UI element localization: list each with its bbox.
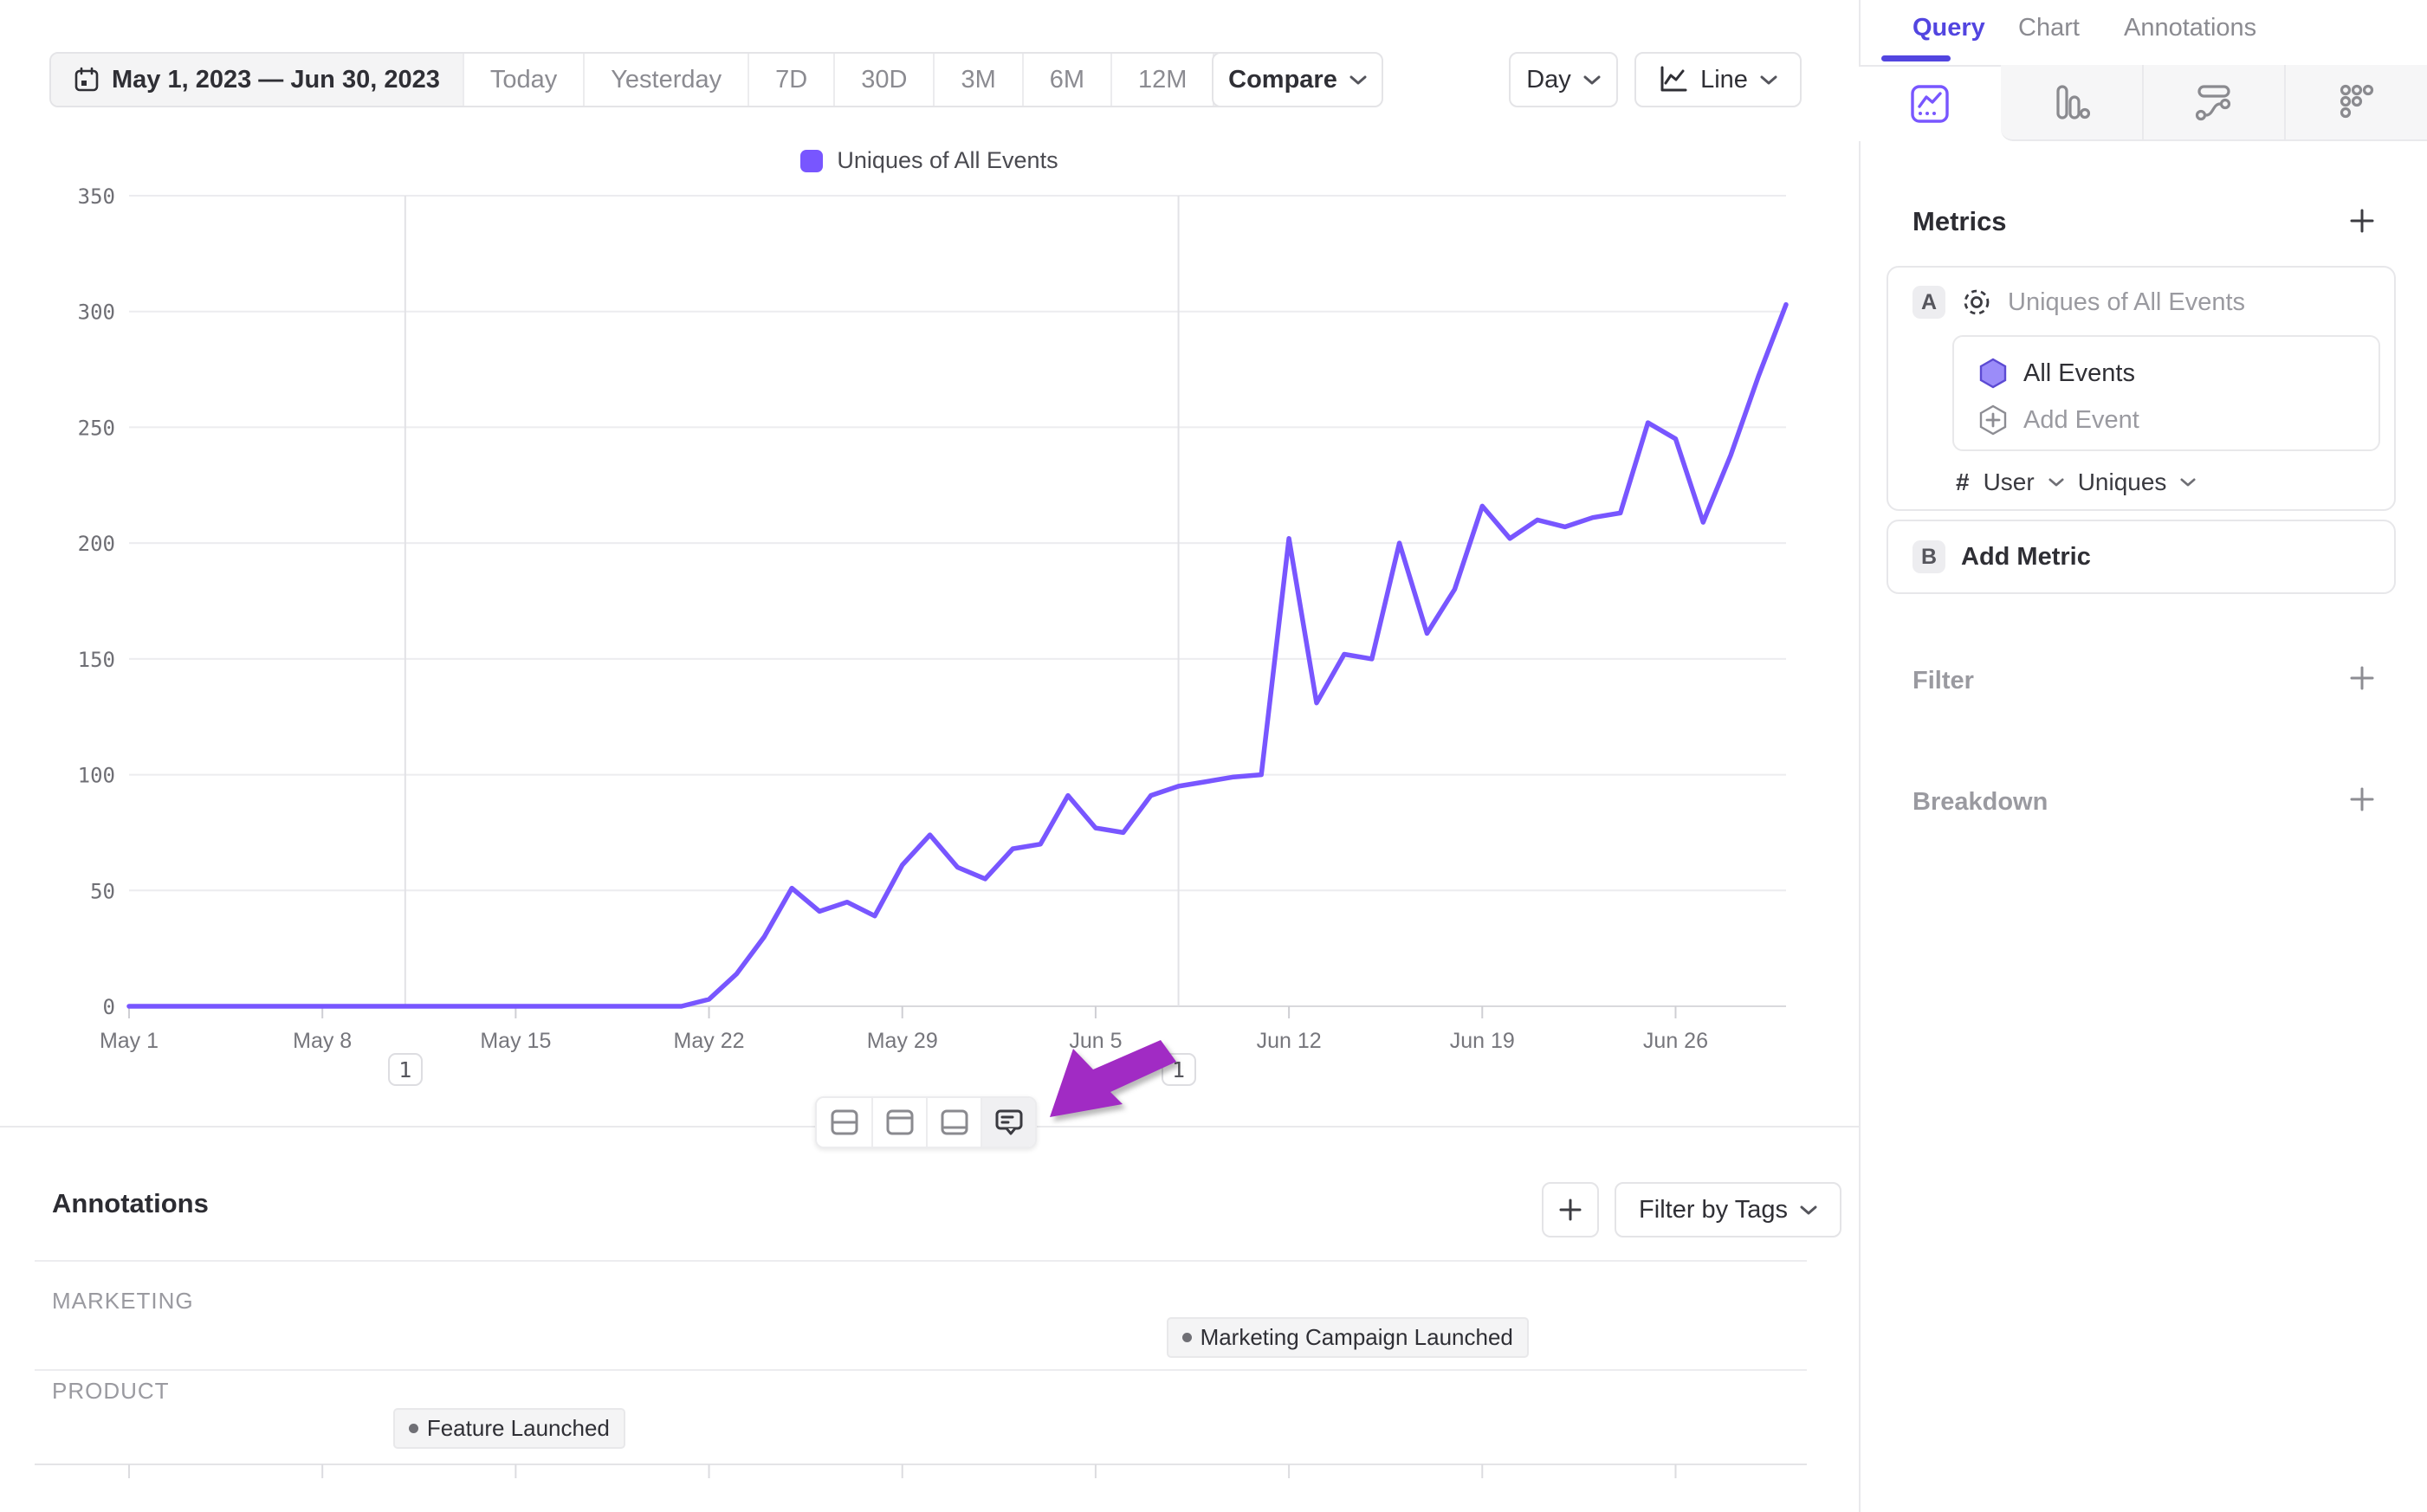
active-tab-underline — [1881, 55, 1951, 61]
inactive-report-tabs — [2001, 65, 2427, 141]
metric-a-label: Uniques of All Events — [2008, 288, 2245, 317]
chevron-down-icon — [2048, 477, 2064, 488]
add-event-label: Add Event — [2023, 406, 2139, 435]
add-filter-plus-icon[interactable] — [2349, 665, 2375, 691]
add-breakdown-plus-icon[interactable] — [2349, 786, 2375, 812]
add-event-icon — [1978, 404, 2008, 436]
event-row-all-events[interactable]: All Events — [1978, 356, 2135, 391]
metric-card-b[interactable]: B Add Metric — [1887, 520, 2396, 594]
tab-annotations[interactable]: Annotations — [2124, 14, 2256, 42]
measure-selector[interactable]: # User Uniques — [1956, 468, 2196, 496]
top-panel-view-button[interactable] — [871, 1098, 926, 1147]
annotations-timeline-axis — [0, 0, 1859, 1512]
split-view-button[interactable] — [817, 1098, 871, 1147]
metrics-section-title: Metrics — [1912, 206, 2007, 237]
retention-icon — [2338, 83, 2376, 121]
metric-a-header[interactable]: A Uniques of All Events — [1912, 283, 2377, 321]
event-hexagon-icon — [1978, 358, 2008, 389]
metric-card-a[interactable]: A Uniques of All Events All Events Add E… — [1887, 266, 2396, 511]
insights-report-tab[interactable] — [1859, 65, 2001, 141]
number-type-icon: # — [1956, 468, 1970, 496]
chevron-down-icon — [2180, 477, 2196, 488]
add-metric-label: Add Metric — [1961, 543, 2091, 572]
event-card: All Events Add Event — [1952, 335, 2380, 451]
funnels-report-tab[interactable] — [2001, 65, 2142, 139]
add-metric-plus-icon[interactable] — [2349, 208, 2375, 234]
breakdown-section-title: Breakdown — [1912, 788, 2048, 817]
annotations-view-button[interactable] — [981, 1098, 1035, 1147]
main-panel: May 1, 2023 — Jun 30, 2023 TodayYesterda… — [0, 0, 1859, 1512]
bottom-panel-icon — [941, 1109, 968, 1135]
event-name: All Events — [2023, 359, 2135, 388]
retention-report-tab[interactable] — [2284, 65, 2427, 139]
split-horizontal-icon — [831, 1109, 858, 1135]
view-toolbar — [815, 1096, 1037, 1148]
filter-section-title: Filter — [1912, 667, 1974, 695]
top-panel-icon — [886, 1109, 914, 1135]
funnels-icon — [2052, 83, 2090, 121]
metric-a-badge: A — [1912, 286, 1945, 319]
bottom-panel-view-button[interactable] — [926, 1098, 981, 1147]
tab-query[interactable]: Query — [1912, 14, 1985, 42]
measure-type: Uniques — [2078, 468, 2167, 496]
report-type-tabbar — [1859, 65, 2427, 141]
flows-icon — [2194, 83, 2234, 121]
flows-report-tab[interactable] — [2142, 65, 2285, 139]
metric-options-icon[interactable] — [1961, 287, 1992, 318]
metric-b-badge: B — [1912, 540, 1945, 573]
add-event-row[interactable]: Add Event — [1978, 403, 2139, 437]
comment-icon — [994, 1108, 1024, 1136]
tab-chart[interactable]: Chart — [2018, 14, 2080, 42]
measure-entity: User — [1984, 468, 2035, 496]
insights-icon — [1910, 84, 1950, 124]
